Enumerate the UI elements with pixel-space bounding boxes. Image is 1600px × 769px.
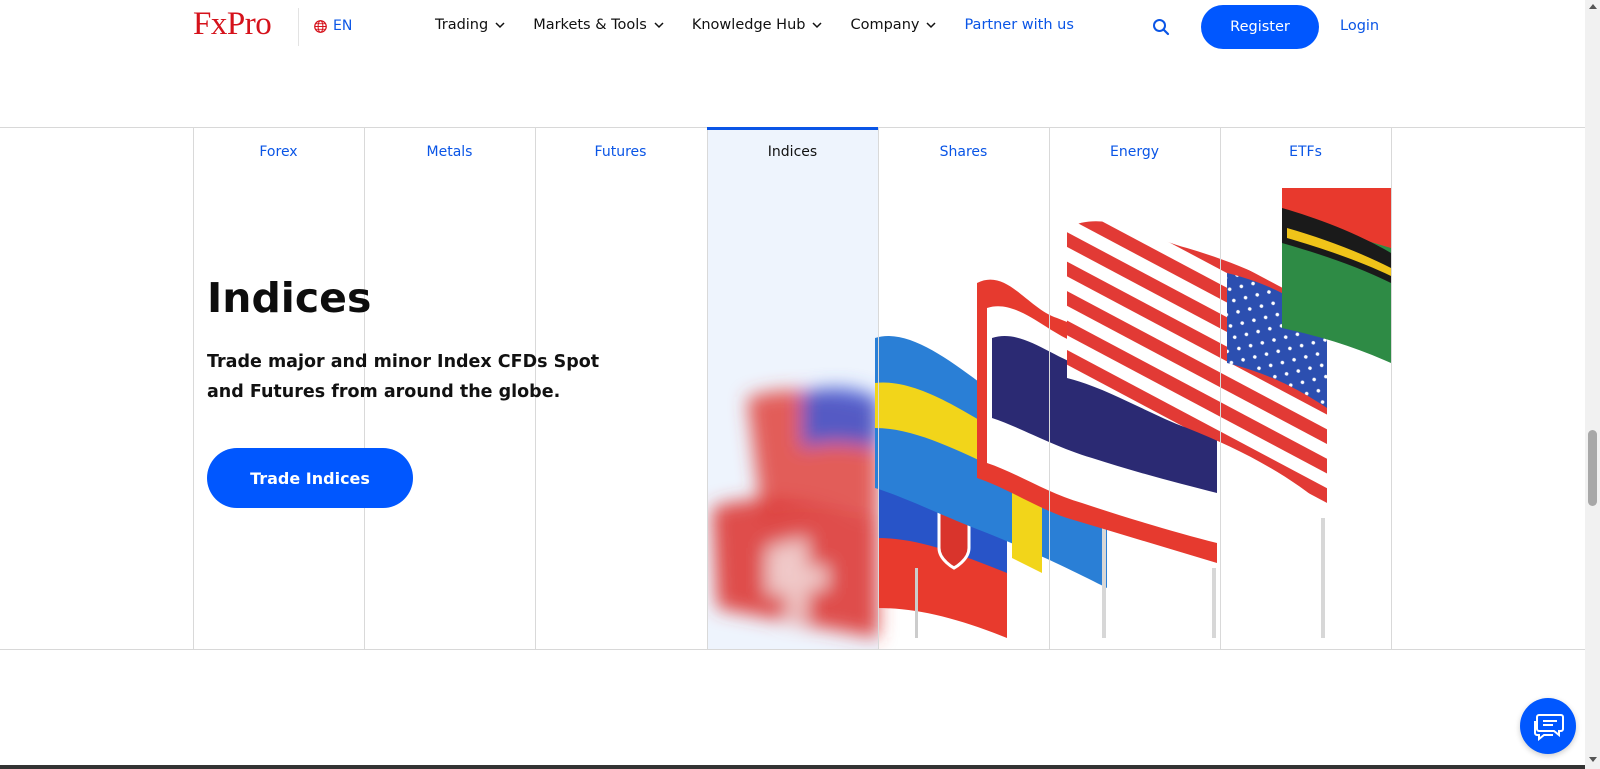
login-link[interactable]: Login xyxy=(1340,18,1379,34)
page: FxPro EN Trading Markets & Tools Knowled… xyxy=(0,0,1600,769)
chevron-down-icon xyxy=(812,22,823,29)
globe-icon xyxy=(314,19,327,33)
nav-trading[interactable]: Trading xyxy=(435,17,506,33)
trade-indices-button[interactable]: Trade Indices xyxy=(207,448,413,508)
chat-button[interactable] xyxy=(1520,698,1576,754)
search-icon[interactable] xyxy=(1152,18,1170,36)
column-divider xyxy=(1049,127,1050,649)
nav-partner-with-us[interactable]: Partner with us xyxy=(964,17,1073,33)
nav-company[interactable]: Company xyxy=(850,17,937,33)
column-divider xyxy=(1220,127,1221,649)
section-heading: Indices xyxy=(207,274,372,322)
section-description: Trade major and minor Index CFDs Spot an… xyxy=(207,352,600,402)
tab-etfs[interactable]: ETFs xyxy=(1220,128,1391,176)
fxpro-logo[interactable]: FxPro xyxy=(193,6,272,43)
nav-partner-label: Partner with us xyxy=(964,17,1074,33)
nav-markets-tools[interactable]: Markets & Tools xyxy=(533,17,665,33)
tab-shares[interactable]: Shares xyxy=(878,128,1049,176)
top-header: FxPro EN Trading Markets & Tools Knowled… xyxy=(0,0,1585,54)
logo-divider xyxy=(298,8,299,46)
bottom-edge xyxy=(0,765,1585,769)
nav-knowledge-hub-label: Knowledge Hub xyxy=(691,17,806,33)
chevron-down-icon xyxy=(926,22,936,29)
column-divider xyxy=(1391,127,1392,649)
scroll-down-arrow-icon[interactable] xyxy=(1589,757,1597,762)
language-selector[interactable]: EN xyxy=(314,18,352,34)
nav-markets-tools-label: Markets & Tools xyxy=(533,17,647,33)
section-bottom-divider xyxy=(0,649,1585,650)
nav-trading-label: Trading xyxy=(435,17,489,33)
tab-futures[interactable]: Futures xyxy=(535,128,706,176)
page-scrollbar[interactable] xyxy=(1585,0,1600,769)
chevron-down-icon xyxy=(654,22,664,29)
column-divider xyxy=(193,127,194,649)
main-nav: Trading Markets & Tools Knowledge Hub Co… xyxy=(435,17,1101,33)
chat-icon xyxy=(1534,714,1564,741)
tab-forex[interactable]: Forex xyxy=(193,128,364,176)
nav-knowledge-hub[interactable]: Knowledge Hub xyxy=(692,17,824,33)
column-divider xyxy=(707,127,708,649)
language-label: EN xyxy=(333,18,353,34)
column-divider xyxy=(878,127,879,649)
chevron-down-icon xyxy=(495,22,505,29)
scroll-up-arrow-icon[interactable] xyxy=(1589,4,1597,9)
tab-energy[interactable]: Energy xyxy=(1049,128,1220,176)
tab-indices[interactable]: Indices xyxy=(707,128,878,176)
scrollbar-thumb[interactable] xyxy=(1588,430,1597,506)
nav-company-label: Company xyxy=(850,17,920,33)
register-button[interactable]: Register xyxy=(1201,5,1319,49)
tab-metals[interactable]: Metals xyxy=(364,128,535,176)
